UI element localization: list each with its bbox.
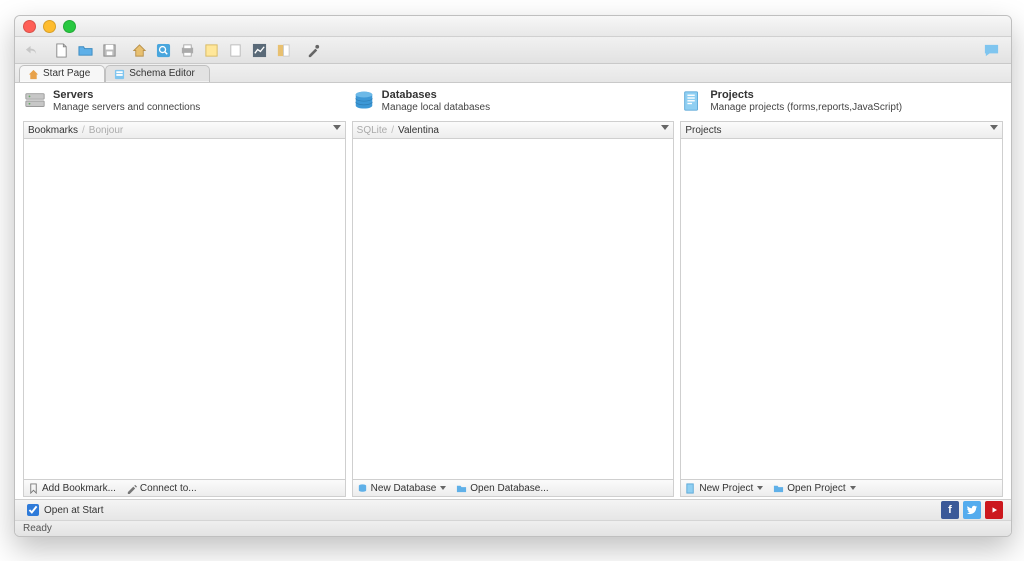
project-icon (680, 89, 704, 113)
action-label: Connect to... (140, 483, 197, 494)
servers-filter-bar[interactable]: Bookmarks / Bonjour (23, 121, 346, 139)
panel-icon[interactable] (273, 40, 293, 60)
databases-filter-bar[interactable]: SQLite / Valentina (352, 121, 675, 139)
crumb-bookmarks[interactable]: Bookmarks (28, 125, 78, 136)
pencil-icon (126, 483, 137, 494)
app-window: Start Page Schema Editor (14, 15, 1012, 537)
column-subtitle: Manage local databases (382, 102, 490, 114)
tab-label: Start Page (43, 66, 90, 82)
schema-icon (114, 69, 125, 80)
servers-actions: Add Bookmark... Connect to... (23, 480, 346, 497)
facebook-icon[interactable]: f (941, 501, 959, 519)
crumb-valentina[interactable]: Valentina (398, 125, 439, 136)
chevron-down-icon[interactable] (661, 125, 669, 130)
action-label: New Database (371, 483, 437, 494)
action-label: Open Project (787, 483, 845, 494)
column-subtitle: Manage projects (forms,reports,JavaScrip… (710, 102, 902, 114)
open-folder-icon[interactable] (75, 40, 95, 60)
new-project-button[interactable]: New Project (685, 483, 763, 494)
status-text: Ready (23, 523, 52, 534)
servers-header: Servers Manage servers and connections (23, 89, 346, 121)
column-title: Databases (382, 89, 490, 102)
note-icon[interactable] (201, 40, 221, 60)
tab-label: Schema Editor (129, 66, 195, 82)
new-file-icon[interactable] (51, 40, 71, 60)
youtube-icon[interactable] (985, 501, 1003, 519)
projects-header: Projects Manage projects (forms,reports,… (680, 89, 1003, 121)
column-title: Projects (710, 89, 902, 102)
db-new-icon (357, 483, 368, 494)
search-icon[interactable] (153, 40, 173, 60)
chat-icon[interactable] (981, 40, 1001, 60)
chart-icon[interactable] (249, 40, 269, 60)
titlebar (15, 16, 1011, 37)
action-label: Add Bookmark... (42, 483, 116, 494)
connect-to-button[interactable]: Connect to... (126, 483, 197, 494)
crumb-bonjour[interactable]: Bonjour (89, 125, 123, 136)
action-label: Open Database... (470, 483, 548, 494)
toolbar (15, 37, 1011, 64)
column-title: Servers (53, 89, 200, 102)
databases-column: Databases Manage local databases SQLite … (352, 89, 675, 497)
databases-header: Databases Manage local databases (352, 89, 675, 121)
open-database-button[interactable]: Open Database... (456, 483, 548, 494)
folder-icon (773, 483, 784, 494)
databases-actions: New Database Open Database... (352, 480, 675, 497)
action-label: New Project (699, 483, 753, 494)
projects-actions: New Project Open Project (680, 480, 1003, 497)
tab-strip: Start Page Schema Editor (15, 64, 1011, 83)
column-subtitle: Manage servers and connections (53, 102, 200, 114)
status-bar: Ready (15, 520, 1011, 536)
blank-doc-icon[interactable] (225, 40, 245, 60)
folder-icon (456, 483, 467, 494)
window-zoom-button[interactable] (63, 20, 76, 33)
chevron-down-icon[interactable] (990, 125, 998, 130)
home-icon (28, 69, 39, 80)
undo-icon[interactable] (21, 40, 41, 60)
open-project-button[interactable]: Open Project (773, 483, 855, 494)
twitter-icon[interactable] (963, 501, 981, 519)
open-at-start-checkbox[interactable] (27, 504, 39, 516)
open-at-start-label: Open at Start (44, 505, 103, 516)
projects-column: Projects Manage projects (forms,reports,… (680, 89, 1003, 497)
chevron-down-icon[interactable] (333, 125, 341, 130)
window-minimize-button[interactable] (43, 20, 56, 33)
servers-list[interactable] (23, 139, 346, 480)
save-icon[interactable] (99, 40, 119, 60)
window-close-button[interactable] (23, 20, 36, 33)
projects-filter-bar[interactable]: Projects (680, 121, 1003, 139)
footer-bar: Open at Start f (15, 499, 1011, 520)
databases-list[interactable] (352, 139, 675, 480)
servers-column: Servers Manage servers and connections B… (23, 89, 346, 497)
bookmark-icon (28, 483, 39, 494)
add-bookmark-button[interactable]: Add Bookmark... (28, 483, 116, 494)
picker-icon[interactable] (303, 40, 323, 60)
tab-schema-editor[interactable]: Schema Editor (105, 65, 210, 82)
dropdown-icon (757, 486, 763, 490)
dropdown-icon (850, 486, 856, 490)
home-icon[interactable] (129, 40, 149, 60)
project-new-icon (685, 483, 696, 494)
print-icon[interactable] (177, 40, 197, 60)
crumb-projects[interactable]: Projects (685, 125, 721, 136)
server-icon (23, 89, 47, 113)
new-database-button[interactable]: New Database (357, 483, 447, 494)
crumb-sqlite[interactable]: SQLite (357, 125, 388, 136)
dropdown-icon (440, 486, 446, 490)
database-icon (352, 89, 376, 113)
projects-list[interactable] (680, 139, 1003, 480)
tab-start-page[interactable]: Start Page (19, 65, 105, 82)
